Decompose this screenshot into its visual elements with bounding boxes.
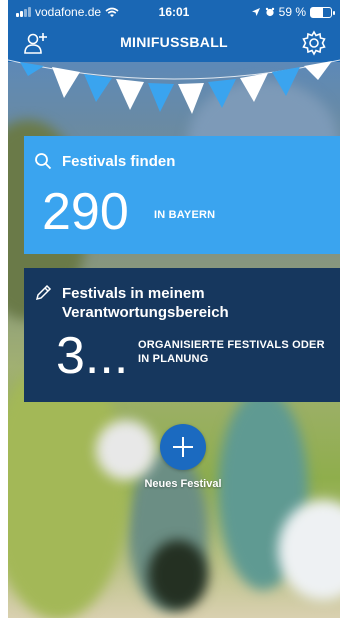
my-festivals-title-line2: Verantwortungsbereich [62, 304, 229, 321]
my-festivals-card[interactable]: Festivals in meinem Verantwortungsbereic… [24, 268, 340, 402]
battery-icon [310, 6, 335, 18]
my-festivals-header: Festivals in meinem Verantwortungsbereic… [34, 284, 229, 322]
find-festivals-header: Festivals finden [34, 152, 175, 171]
organized-count: 3... [56, 327, 129, 385]
plus-icon [173, 437, 193, 457]
new-festival-label: Neues Festival [144, 478, 222, 490]
festival-count: 290 [42, 183, 129, 241]
organized-label-line1: ORGANISIERTE FESTIVALS ODER [138, 339, 325, 351]
festival-count-label: IN BAYERN [154, 209, 216, 221]
app-screen: vodafone.de 16:01 59 % MINIFUSSBALL Fest… [8, 0, 340, 618]
new-festival-button[interactable] [160, 424, 206, 470]
organized-label-line2: IN PLANUNG [138, 353, 209, 365]
find-festivals-title: Festivals finden [62, 153, 176, 170]
navigation-bar: MINIFUSSBALL [8, 24, 340, 62]
page-title: MINIFUSSBALL [120, 34, 228, 50]
search-icon [35, 153, 52, 170]
organized-count-label: ORGANISIERTE FESTIVALS ODER IN PLANUNG [138, 338, 338, 366]
status-time: 16:01 [158, 5, 190, 19]
pencil-icon [35, 284, 52, 301]
find-festivals-card[interactable]: Festivals finden 290 IN BAYERN [24, 136, 340, 254]
settings-button[interactable] [300, 29, 328, 57]
gear-icon [302, 30, 326, 56]
bunting-decoration [8, 59, 340, 114]
status-bar: vodafone.de 16:01 59 % [8, 0, 340, 24]
my-festivals-title-line1: Festivals in meinem [62, 285, 205, 302]
